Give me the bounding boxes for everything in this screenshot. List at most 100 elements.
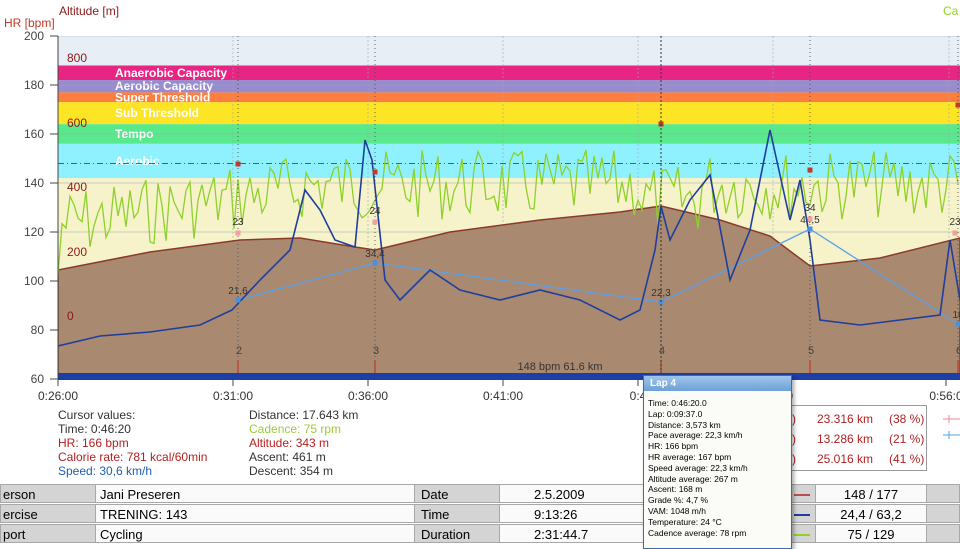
cadence-lap-point xyxy=(808,217,813,222)
cursor-distance: Distance: 17.643 km xyxy=(249,408,358,422)
popup-line: Grade %: 4,7 % xyxy=(644,495,791,506)
hr-tick-label: 100 xyxy=(24,274,44,288)
above-zone-fill xyxy=(58,36,960,65)
cursor-speed: Speed: 30,6 km/h xyxy=(58,464,152,478)
cadence-lap-label: 23 xyxy=(949,217,960,228)
popup-line: Distance: 3,573 km xyxy=(644,420,791,431)
lap-info-popup[interactable]: Lap 4 Time: 0:46:20.0Lap: 0:09:37.0Dista… xyxy=(643,375,792,549)
cursor-hr: HR: 166 bpm xyxy=(58,436,129,450)
cursor-time: Time: 0:46:20 xyxy=(58,422,131,436)
lap-number: 4 xyxy=(659,345,665,357)
x-tick-label: 0:41:00 xyxy=(483,389,523,403)
time-label: Time xyxy=(414,504,500,523)
altitude-tick-label: 0 xyxy=(67,309,74,323)
cursor-altitude: Altitude: 343 m xyxy=(249,436,329,450)
exercise-chart[interactable]: Anaerobic CapacityAerobic CapacitySuper … xyxy=(0,0,960,405)
cadence-lap-label: 24 xyxy=(369,206,381,217)
exercise-info-table: erson Jani Preseren ercise TRENING: 143 … xyxy=(0,484,960,547)
date-label: Date xyxy=(414,484,500,503)
speed-lap-point xyxy=(956,322,960,327)
time-scrollbar[interactable] xyxy=(58,373,960,380)
x-tick-label: 0:26:00 xyxy=(38,389,78,403)
cadence-lap-label: 23 xyxy=(232,217,244,228)
cursor-cadence: Cadence: 75 rpm xyxy=(249,422,341,436)
sport-label: port xyxy=(0,524,96,543)
x-tick-label: 0:56:0 xyxy=(929,389,960,403)
table-edge-cell xyxy=(926,524,960,543)
split-distances-box: ) 23.316 km (38 %) ) 13.286 km (21 %) ) … xyxy=(783,405,927,471)
table-edge-cell xyxy=(926,504,960,523)
person-value[interactable]: Jani Preseren xyxy=(95,484,415,503)
x-tick-label: 0:36:00 xyxy=(348,389,388,403)
split-paren: ) xyxy=(792,432,796,446)
cursor-ascent: Ascent: 461 m xyxy=(249,450,326,464)
cadence-axis-title: Ca xyxy=(943,4,959,18)
split-percent: (21 %) xyxy=(889,432,924,446)
popup-line: VAM: 1048 m/h xyxy=(644,506,791,517)
bottom-summary-label: 148 bpm 61.6 km xyxy=(518,361,603,373)
split-legend-lines xyxy=(943,413,960,453)
zone-label: Anaerobic Capacity xyxy=(115,66,227,80)
cadence-stat: 75 / 129 xyxy=(815,524,927,543)
popup-line: HR average: 167 bpm xyxy=(644,452,791,463)
altitude-tick-label: 800 xyxy=(67,51,87,65)
split-distance: 23.316 km xyxy=(817,412,873,426)
duration-value: 2:31:44.7 xyxy=(499,524,644,543)
cadence-lap-point xyxy=(373,220,378,225)
speed-lap-label: 34,4 xyxy=(365,249,385,260)
popup-line: Time: 0:46:20.0 xyxy=(644,398,791,409)
hr-tick-label: 160 xyxy=(24,127,44,141)
popup-line: Cadence average: 78 rpm xyxy=(644,528,791,539)
popup-line: Altitude average: 267 m xyxy=(644,474,791,485)
exercise-value[interactable]: TRENING: 143 xyxy=(95,504,415,523)
speed-lap-label: 16 xyxy=(952,310,960,321)
hr-axis-title: HR [bpm] xyxy=(4,16,55,30)
duration-label: Duration xyxy=(414,524,500,543)
popup-line: Lap: 0:09:37.0 xyxy=(644,409,791,420)
cadence-lap-point xyxy=(953,231,958,236)
popup-line: Ascent: 168 m xyxy=(644,484,791,495)
hr-tick-label: 140 xyxy=(24,176,44,190)
popup-title: Lap 4 xyxy=(644,376,791,391)
altitude-lap-point xyxy=(373,170,378,175)
altitude-tick-label: 600 xyxy=(67,116,87,130)
sport-value[interactable]: Cycling xyxy=(95,524,415,543)
popup-line: Temperature: 24 °C xyxy=(644,517,791,528)
cursor-descent: Descent: 354 m xyxy=(249,464,333,478)
popup-line: Pace average: 22,3 km/h xyxy=(644,430,791,441)
speed-lap-point xyxy=(236,298,241,303)
zone-label: Sub Threshold xyxy=(115,106,199,120)
cursor-calorie: Calorie rate: 781 kcal/60min xyxy=(58,450,207,464)
exercise-label: ercise xyxy=(0,504,96,523)
person-label: erson xyxy=(0,484,96,503)
altitude-lap-point xyxy=(956,103,960,108)
split-percent: (41 %) xyxy=(889,452,924,466)
popup-line: HR: 166 bpm xyxy=(644,441,791,452)
lap-number: 6 xyxy=(956,345,960,357)
zone-label: Aerobic xyxy=(115,154,160,168)
speed-lap-point xyxy=(373,261,378,266)
cadence-lap-point xyxy=(236,231,241,236)
table-edge-cell xyxy=(926,484,960,503)
cursor-title: Cursor values: xyxy=(58,408,135,422)
lap-number: 2 xyxy=(236,345,242,357)
date-value: 2.5.2009 xyxy=(499,484,644,503)
altitude-tick-label: 200 xyxy=(67,245,87,259)
split-distance: 13.286 km xyxy=(817,432,873,446)
hr-tick-label: 120 xyxy=(24,225,44,239)
time-value: 9:13:26 xyxy=(499,504,644,523)
hr-tick-label: 80 xyxy=(31,323,45,337)
altitude-lap-point xyxy=(808,168,813,173)
speed-stat: 24,4 / 63,2 xyxy=(815,504,927,523)
lap-number: 3 xyxy=(373,345,379,357)
lap-number: 5 xyxy=(808,345,814,357)
hr-tick-label: 60 xyxy=(31,372,45,386)
speed-lap-point xyxy=(808,227,813,232)
hr-stat: 148 / 177 xyxy=(815,484,927,503)
x-tick-label: 0:31:00 xyxy=(213,389,253,403)
split-paren: ) xyxy=(792,452,796,466)
speed-lap-label: 21,6 xyxy=(228,286,248,297)
split-paren: ) xyxy=(792,412,796,426)
cadence-lap-label: 34 xyxy=(804,203,816,214)
hr-tick-label: 200 xyxy=(24,29,44,43)
